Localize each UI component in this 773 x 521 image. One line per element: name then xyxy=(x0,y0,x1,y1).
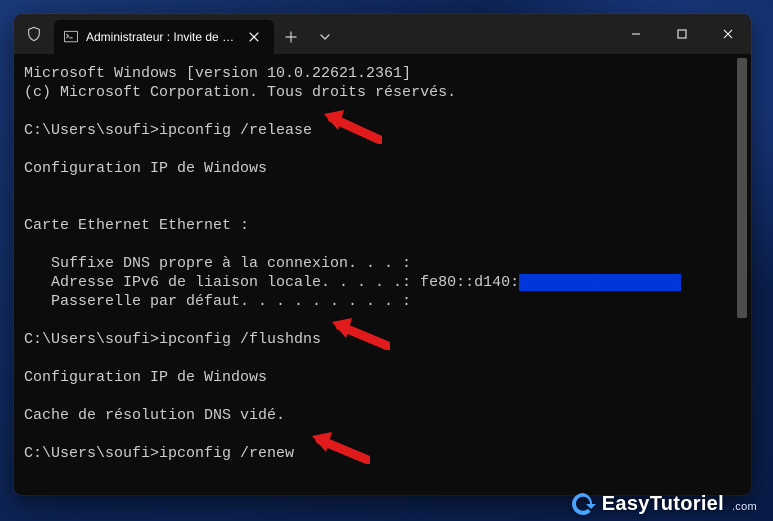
titlebar: Administrateur : Invite de commandes xyxy=(14,14,751,54)
tab-active[interactable]: Administrateur : Invite de commandes xyxy=(54,20,274,54)
window-controls xyxy=(613,14,751,54)
watermark-suffix: .com xyxy=(732,501,757,513)
minimize-icon xyxy=(631,29,641,39)
tab-title: Administrateur : Invite de commandes xyxy=(86,30,236,44)
terminal-line: Microsoft Windows [version 10.0.22621.23… xyxy=(24,64,745,83)
tab-dropdown-button[interactable] xyxy=(308,20,342,54)
terminal-line xyxy=(24,425,745,444)
scrollbar[interactable] xyxy=(735,58,749,491)
tab-close-button[interactable] xyxy=(244,27,264,47)
cmd-icon xyxy=(64,30,78,44)
terminal-line: Passerelle par défaut. . . . . . . . . : xyxy=(24,292,745,311)
watermark: EasyTutoriel .com xyxy=(570,491,757,517)
maximize-icon xyxy=(677,29,687,39)
terminal-line: Configuration IP de Windows xyxy=(24,368,745,387)
terminal-line: Carte Ethernet Ethernet : xyxy=(24,216,745,235)
terminal-output[interactable]: Microsoft Windows [version 10.0.22621.23… xyxy=(14,54,751,495)
maximize-button[interactable] xyxy=(659,14,705,54)
terminal-line: Adresse IPv6 de liaison locale. . . . .:… xyxy=(24,273,745,292)
chevron-down-icon xyxy=(320,32,330,42)
terminal-line: C:\Users\soufi>ipconfig /renew xyxy=(24,444,745,463)
window-close-button[interactable] xyxy=(705,14,751,54)
terminal-line xyxy=(24,311,745,330)
terminal-line: Cache de résolution DNS vidé. xyxy=(24,406,745,425)
terminal-window: Administrateur : Invite de commandes Mic… xyxy=(14,14,751,495)
terminal-line xyxy=(24,235,745,254)
terminal-line: C:\Users\soufi>ipconfig /release xyxy=(24,121,745,140)
terminal-line xyxy=(24,197,745,216)
terminal-line xyxy=(24,102,745,121)
minimize-button[interactable] xyxy=(613,14,659,54)
new-tab-button[interactable] xyxy=(274,20,308,54)
terminal-line: C:\Users\soufi>ipconfig /flushdns xyxy=(24,330,745,349)
watermark-brand: EasyTutoriel xyxy=(602,493,724,516)
titlebar-drag-region[interactable] xyxy=(342,14,613,54)
terminal-line xyxy=(24,387,745,406)
terminal-line xyxy=(24,349,745,368)
plus-icon xyxy=(285,31,297,43)
terminal-line: Configuration IP de Windows xyxy=(24,159,745,178)
terminal-line xyxy=(24,140,745,159)
scrollbar-thumb[interactable] xyxy=(737,58,747,318)
terminal-line: Suffixe DNS propre à la connexion. . . : xyxy=(24,254,745,273)
window-close-icon xyxy=(723,29,733,39)
watermark-logo-icon xyxy=(570,491,596,517)
shield-icon xyxy=(14,14,54,54)
terminal-line xyxy=(24,178,745,197)
terminal-line: (c) Microsoft Corporation. Tous droits r… xyxy=(24,83,745,102)
redacted-ipv6: xxxxxxxxxxxxxxxxxx xyxy=(519,274,681,291)
